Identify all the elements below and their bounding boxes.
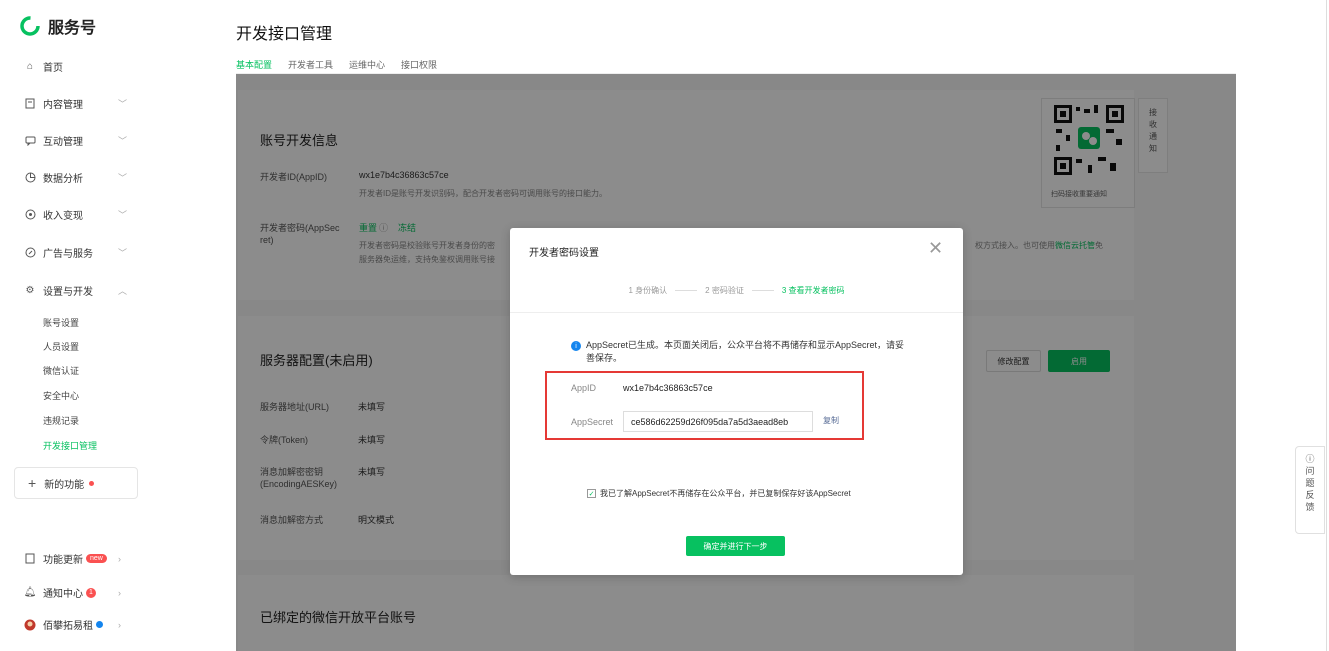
- sidebar-item-interaction[interactable]: 互动管理 ﹀: [24, 133, 134, 148]
- sidebar-sub-violations[interactable]: 违规记录: [43, 414, 79, 427]
- bell-icon: 🔔︎: [23, 587, 37, 598]
- chart-icon: [24, 172, 36, 184]
- brand-name: 服务号: [48, 20, 97, 37]
- coin-icon: [24, 209, 36, 221]
- steps-divider: [510, 312, 963, 313]
- secret-notice: i AppSecret已生成。本页面关闭后，公众平台将不再储存和显示AppSec…: [571, 339, 906, 365]
- update-icon: [24, 553, 36, 565]
- help-circle-icon: ⓘ: [1305, 454, 1315, 464]
- sidebar-item-settings[interactable]: ⚙ 设置与开发 ︿: [24, 283, 134, 298]
- sidebar-sub-account[interactable]: 账号设置: [43, 316, 79, 329]
- chevron-up-icon: ︿: [118, 286, 128, 296]
- sidebar-item-home[interactable]: ⌂ 首页: [24, 59, 134, 74]
- sidebar-item-notifications[interactable]: 🔔︎ 通知中心 1 ›: [24, 585, 134, 600]
- step-separator: [751, 290, 774, 291]
- plus-icon: +: [28, 475, 37, 491]
- new-badge: new: [86, 554, 107, 563]
- avatar: [24, 619, 36, 631]
- feedback-button[interactable]: ⓘ 问 题 反 馈: [1295, 446, 1325, 534]
- gear-icon: ⚙: [25, 285, 35, 296]
- chevron-down-icon: ﹀: [118, 99, 128, 109]
- info-icon: i: [571, 341, 581, 351]
- verified-icon: [96, 621, 103, 628]
- step-indicator: 1 身份确认 2 密码验证 3 查看开发者密码: [510, 285, 963, 296]
- chevron-down-icon: ﹀: [118, 248, 128, 258]
- sidebar-item-revenue[interactable]: 收入变现 ﹀: [24, 207, 134, 222]
- step-separator: [675, 290, 698, 291]
- agree-checkbox[interactable]: ✓: [587, 489, 596, 498]
- agree-checkbox-row[interactable]: ✓ 我已了解AppSecret不再储存在公众平台，并已复制保存好该AppSecr…: [587, 488, 851, 499]
- sidebar-sub-members[interactable]: 人员设置: [43, 340, 79, 353]
- secret-modal: 开发者密码设置 ✕ 1 身份确认 2 密码验证 3 查看开发者密码 i AppS…: [510, 228, 963, 575]
- home-icon: ⌂: [26, 61, 34, 72]
- chevron-down-icon: ﹀: [118, 173, 128, 183]
- step-1: 1 身份确认: [628, 286, 668, 295]
- service-logo-icon: [20, 16, 40, 36]
- close-icon[interactable]: ✕: [928, 238, 943, 259]
- sidebar-item-content[interactable]: 内容管理 ﹀: [24, 96, 134, 111]
- sidebar-sub-verification[interactable]: 微信认证: [43, 364, 79, 377]
- chevron-down-icon: ﹀: [118, 210, 128, 220]
- chevron-right-icon: ›: [118, 553, 121, 564]
- step-2: 2 密码验证: [705, 286, 744, 295]
- chat-icon: [24, 135, 36, 147]
- modal-appid-value: wx1e7b4c36863c57ce: [623, 383, 713, 393]
- sidebar-item-ads[interactable]: 广告与服务 ﹀: [24, 245, 134, 260]
- right-edge: [1326, 0, 1327, 651]
- step-3: 3 查看开发者密码: [781, 286, 845, 295]
- chevron-down-icon: ﹀: [118, 136, 128, 146]
- chevron-right-icon: ›: [118, 619, 121, 630]
- sidebar-sub-dev-interface[interactable]: 开发接口管理: [43, 439, 97, 452]
- sidebar-item-updates[interactable]: 功能更新 new ›: [24, 551, 134, 566]
- sidebar-item-account[interactable]: 佰攀拓易租 ›: [24, 617, 134, 632]
- new-features-button[interactable]: + 新的功能: [14, 467, 138, 499]
- appsecret-field[interactable]: ce586d62259d26f095da7a5d3aead8eb: [623, 411, 813, 432]
- sidebar: 服务号 ⌂ 首页 内容管理 ﹀ 互动管理 ﹀ 数据分析 ﹀ 收入变现 ﹀ 广告与…: [0, 0, 150, 651]
- count-badge: 1: [86, 587, 96, 598]
- copy-button[interactable]: 复制: [823, 415, 839, 426]
- chevron-right-icon: ›: [118, 587, 121, 598]
- modal-secret-label: AppSecret: [571, 417, 614, 427]
- page-title: 开发接口管理: [236, 26, 333, 43]
- notification-dot: [89, 480, 95, 486]
- document-icon: [24, 98, 36, 110]
- sidebar-sub-security[interactable]: 安全中心: [43, 389, 79, 402]
- modal-title: 开发者密码设置: [529, 248, 599, 259]
- confirm-next-button[interactable]: 确定并进行下一步: [686, 536, 785, 556]
- sidebar-item-analytics[interactable]: 数据分析 ﹀: [24, 170, 134, 185]
- modal-appid-label: AppID: [571, 383, 597, 393]
- compass-icon: [24, 247, 36, 259]
- brand[interactable]: 服务号: [20, 14, 96, 38]
